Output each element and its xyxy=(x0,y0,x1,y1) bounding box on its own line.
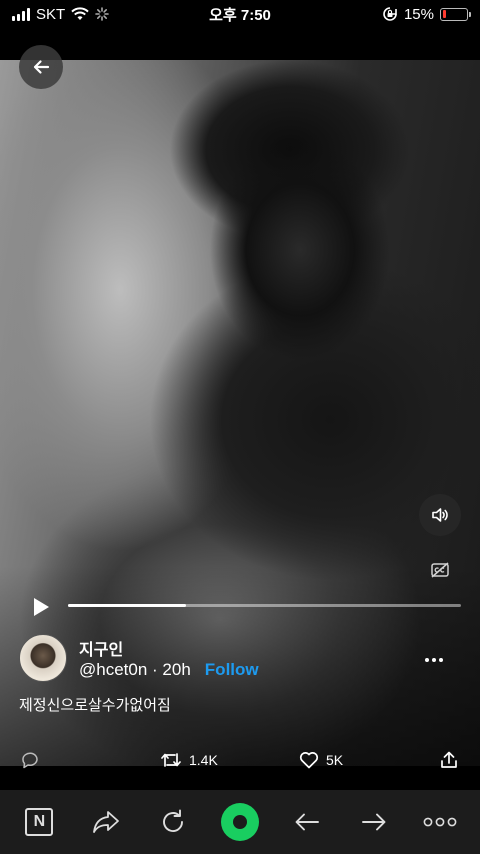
reply-icon xyxy=(22,752,38,769)
cc-icon xyxy=(431,562,449,578)
battery-icon xyxy=(440,7,471,21)
signal-icon xyxy=(12,7,30,21)
like-count: 5K xyxy=(326,752,344,768)
more-menu-button[interactable] xyxy=(416,798,464,846)
share-tweet-button[interactable] xyxy=(439,745,459,775)
retweet-count: 1.4K xyxy=(189,752,218,768)
battery-fill xyxy=(442,10,446,18)
green-home-icon xyxy=(220,803,259,841)
more-dots-icon xyxy=(424,817,457,827)
captions-button[interactable] xyxy=(426,556,454,584)
volume-button[interactable] xyxy=(419,494,461,536)
dot xyxy=(439,658,443,662)
handle-line: @hcet0n · 20h Follow xyxy=(79,660,259,680)
avatar[interactable] xyxy=(19,634,67,682)
back-nav-button[interactable] xyxy=(283,798,331,846)
share-button[interactable] xyxy=(82,798,130,846)
follow-button[interactable]: Follow xyxy=(205,660,259,679)
naver-n-icon: N xyxy=(25,808,54,836)
orientation-lock-icon xyxy=(383,7,397,21)
share-icon xyxy=(93,811,120,833)
bottom-navigation: N xyxy=(0,790,480,854)
status-left: SKT xyxy=(12,6,109,23)
status-right: 15% xyxy=(382,5,471,23)
post-age: 20h xyxy=(162,660,191,679)
refresh-icon xyxy=(163,809,184,832)
tweet-actions: 1.4K 5K xyxy=(0,745,480,775)
forward-arrow-icon xyxy=(361,813,386,831)
back-arrow-icon xyxy=(295,813,319,831)
video-progress-bar[interactable] xyxy=(68,604,461,607)
status-bar: SKT 오후 7:50 15% xyxy=(0,0,480,28)
heart-icon xyxy=(299,752,319,769)
user-handle[interactable]: @hcet0n xyxy=(79,660,147,679)
battery-percent: 15% xyxy=(403,5,434,23)
loading-spinner-icon xyxy=(95,7,109,21)
retweet-button[interactable]: 1.4K xyxy=(160,745,218,775)
wifi-icon xyxy=(71,7,89,20)
play-button[interactable] xyxy=(28,594,54,620)
carrier-label: SKT xyxy=(36,5,66,23)
refresh-button[interactable] xyxy=(149,798,197,846)
reply-button[interactable] xyxy=(20,745,40,775)
dot xyxy=(432,658,436,662)
play-icon xyxy=(34,598,49,616)
arrow-left-icon xyxy=(33,60,50,74)
display-name[interactable]: 지구인 xyxy=(79,636,123,660)
tweet-text: 제정신으로살수가없어짐 xyxy=(19,697,171,714)
upload-share-icon xyxy=(441,751,457,768)
forward-nav-button[interactable] xyxy=(350,798,398,846)
more-options-button[interactable] xyxy=(422,650,446,670)
retweet-icon xyxy=(161,753,181,767)
separator: · xyxy=(147,660,163,679)
video-progress-fill xyxy=(68,604,186,607)
naver-home-button[interactable]: N xyxy=(15,798,63,846)
speaker-icon xyxy=(432,508,448,522)
like-button[interactable]: 5K xyxy=(299,745,343,775)
green-dot-button[interactable] xyxy=(216,798,264,846)
back-button[interactable] xyxy=(19,45,63,89)
dot xyxy=(425,658,429,662)
